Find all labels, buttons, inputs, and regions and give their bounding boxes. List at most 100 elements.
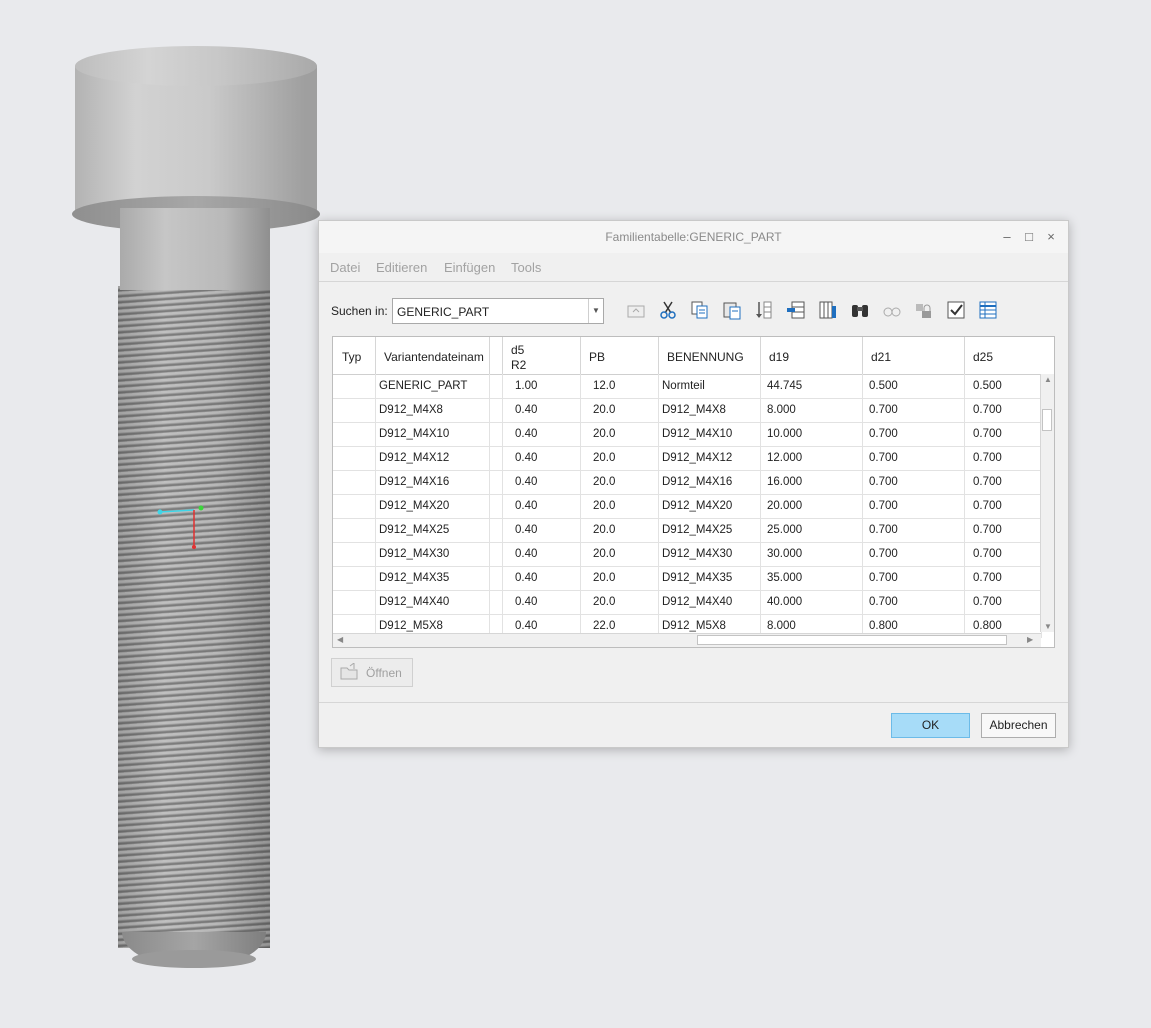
cell-d21[interactable]: 0.500 bbox=[862, 374, 965, 398]
vertical-scroll-thumb[interactable] bbox=[1042, 409, 1052, 431]
cell-d25[interactable]: 0.700 bbox=[964, 518, 1042, 542]
cell-d5[interactable]: 0.40 bbox=[502, 398, 581, 422]
menu-editieren[interactable]: Editieren bbox=[376, 260, 427, 275]
verify-icon[interactable] bbox=[943, 298, 968, 322]
copy-icon[interactable] bbox=[687, 298, 712, 322]
cell-d21[interactable]: 0.700 bbox=[862, 446, 965, 470]
minimize-button[interactable]: – bbox=[1000, 229, 1014, 244]
cell-benennung[interactable]: D912_M4X8 bbox=[658, 398, 761, 422]
table-row[interactable]: D912_M4X20 0.40 20.0 D912_M4X20 20.000 0.700 0… bbox=[333, 494, 1042, 519]
cell-benennung[interactable]: D912_M4X12 bbox=[658, 446, 761, 470]
cell-d21[interactable]: 0.700 bbox=[862, 398, 965, 422]
close-button[interactable]: × bbox=[1044, 229, 1058, 244]
cell-d21[interactable]: 0.700 bbox=[862, 542, 965, 566]
scroll-down-icon[interactable]: ▼ bbox=[1044, 622, 1052, 631]
cell-d19[interactable]: 20.000 bbox=[760, 494, 863, 518]
cell-d5[interactable]: 0.40 bbox=[502, 470, 581, 494]
cell-benennung[interactable]: D912_M4X25 bbox=[658, 518, 761, 542]
open-folder-icon[interactable] bbox=[623, 298, 648, 322]
lock-icon[interactable] bbox=[911, 298, 936, 322]
column-header-variantendateiname[interactable]: Variantendateinam bbox=[375, 337, 490, 374]
table-row[interactable]: D912_M4X35 0.40 20.0 D912_M4X35 35.000 0.700 0… bbox=[333, 566, 1042, 591]
cell-variant-name[interactable]: D912_M4X40 bbox=[375, 590, 490, 614]
cell-variant-name[interactable]: D912_M4X12 bbox=[375, 446, 490, 470]
table-row[interactable]: D912_M4X12 0.40 20.0 D912_M4X12 12.000 0.700 0… bbox=[333, 446, 1042, 471]
cell-d5[interactable]: 0.40 bbox=[502, 494, 581, 518]
table-row[interactable]: D912_M4X8 0.40 20.0 D912_M4X8 8.000 0.700 0.70… bbox=[333, 398, 1042, 423]
cell-d21[interactable]: 0.700 bbox=[862, 422, 965, 446]
column-header-d19[interactable]: d19 bbox=[760, 337, 863, 374]
cell-pb[interactable]: 20.0 bbox=[580, 422, 659, 446]
cell-d19[interactable]: 30.000 bbox=[760, 542, 863, 566]
cell-d25[interactable]: 0.700 bbox=[964, 566, 1042, 590]
ok-button[interactable]: OK bbox=[891, 713, 970, 738]
cell-variant-name[interactable]: D912_M4X16 bbox=[375, 470, 490, 494]
cell-d25[interactable]: 0.700 bbox=[964, 542, 1042, 566]
cell-variant-name[interactable]: D912_M4X8 bbox=[375, 398, 490, 422]
table-row[interactable]: D912_M4X25 0.40 20.0 D912_M4X25 25.000 0.700 0… bbox=[333, 518, 1042, 543]
cell-typ[interactable] bbox=[333, 518, 376, 542]
cell-benennung[interactable]: D912_M4X30 bbox=[658, 542, 761, 566]
cell-d25[interactable]: 0.700 bbox=[964, 590, 1042, 614]
insert-column-icon[interactable] bbox=[815, 298, 840, 322]
cell-d25[interactable]: 0.700 bbox=[964, 446, 1042, 470]
cell-pb[interactable]: 20.0 bbox=[580, 566, 659, 590]
sort-icon[interactable] bbox=[751, 298, 776, 322]
cell-pb[interactable]: 20.0 bbox=[580, 542, 659, 566]
cell-benennung[interactable]: Normteil bbox=[658, 374, 761, 398]
cell-typ[interactable] bbox=[333, 494, 376, 518]
cell-d19[interactable]: 8.000 bbox=[760, 398, 863, 422]
find-icon[interactable] bbox=[847, 298, 872, 322]
cell-d21[interactable]: 0.700 bbox=[862, 590, 965, 614]
cell-pb[interactable]: 20.0 bbox=[580, 494, 659, 518]
cell-d25[interactable]: 0.700 bbox=[964, 470, 1042, 494]
cell-benennung[interactable]: D912_M4X40 bbox=[658, 590, 761, 614]
cell-typ[interactable] bbox=[333, 374, 376, 398]
glasses-icon[interactable] bbox=[879, 298, 904, 322]
cell-d5[interactable]: 0.40 bbox=[502, 446, 581, 470]
cell-d25[interactable]: 0.700 bbox=[964, 398, 1042, 422]
cell-pb[interactable]: 20.0 bbox=[580, 518, 659, 542]
cell-d21[interactable]: 0.700 bbox=[862, 566, 965, 590]
menu-tools[interactable]: Tools bbox=[511, 260, 541, 275]
cell-variant-name[interactable]: D912_M4X20 bbox=[375, 494, 490, 518]
cell-variant-name[interactable]: D912_M4X35 bbox=[375, 566, 490, 590]
cell-d19[interactable]: 16.000 bbox=[760, 470, 863, 494]
table-row[interactable]: D912_M4X10 0.40 20.0 D912_M4X10 10.000 0.700 0… bbox=[333, 422, 1042, 447]
chevron-down-icon[interactable]: ▼ bbox=[588, 299, 603, 323]
cell-d21[interactable]: 0.700 bbox=[862, 470, 965, 494]
cell-d25[interactable]: 0.700 bbox=[964, 494, 1042, 518]
cell-variant-name[interactable]: D912_M4X25 bbox=[375, 518, 490, 542]
cell-typ[interactable] bbox=[333, 590, 376, 614]
scroll-up-icon[interactable]: ▲ bbox=[1044, 375, 1052, 384]
cell-benennung[interactable]: D912_M4X20 bbox=[658, 494, 761, 518]
family-table-grid[interactable]: Typ Variantendateinam d5 R2 PB BENENNUNG … bbox=[332, 336, 1055, 648]
cell-benennung[interactable]: D912_M4X16 bbox=[658, 470, 761, 494]
cell-d19[interactable]: 40.000 bbox=[760, 590, 863, 614]
cell-d21[interactable]: 0.700 bbox=[862, 494, 965, 518]
scroll-left-icon[interactable]: ◀ bbox=[337, 635, 343, 644]
column-header-typ[interactable]: Typ bbox=[333, 337, 376, 374]
cell-benennung[interactable]: D912_M4X10 bbox=[658, 422, 761, 446]
cell-pb[interactable]: 12.0 bbox=[580, 374, 659, 398]
cell-d5[interactable]: 0.40 bbox=[502, 542, 581, 566]
cell-d25[interactable]: 0.700 bbox=[964, 422, 1042, 446]
cell-d5[interactable]: 0.40 bbox=[502, 590, 581, 614]
scroll-right-icon[interactable]: ▶ bbox=[1027, 635, 1033, 644]
cell-d19[interactable]: 25.000 bbox=[760, 518, 863, 542]
column-header-d5[interactable]: d5 R2 bbox=[502, 337, 581, 374]
cell-variant-name[interactable]: D912_M4X10 bbox=[375, 422, 490, 446]
cell-variant-name[interactable]: GENERIC_PART bbox=[375, 374, 490, 398]
cell-d5[interactable]: 1.00 bbox=[502, 374, 581, 398]
cell-d19[interactable]: 10.000 bbox=[760, 422, 863, 446]
horizontal-scroll-thumb[interactable] bbox=[697, 635, 1007, 645]
maximize-button[interactable]: □ bbox=[1022, 229, 1036, 244]
table-row[interactable]: D912_M4X40 0.40 20.0 D912_M4X40 40.000 0.700 0… bbox=[333, 590, 1042, 615]
cell-d5[interactable]: 0.40 bbox=[502, 518, 581, 542]
cell-d19[interactable]: 12.000 bbox=[760, 446, 863, 470]
table-row[interactable]: GENERIC_PART 1.00 12.0 Normteil 44.745 0.500 0… bbox=[333, 374, 1042, 399]
cell-typ[interactable] bbox=[333, 470, 376, 494]
cell-benennung[interactable]: D912_M4X35 bbox=[658, 566, 761, 590]
table-row[interactable]: D912_M4X30 0.40 20.0 D912_M4X30 30.000 0.700 0… bbox=[333, 542, 1042, 567]
cell-pb[interactable]: 20.0 bbox=[580, 446, 659, 470]
